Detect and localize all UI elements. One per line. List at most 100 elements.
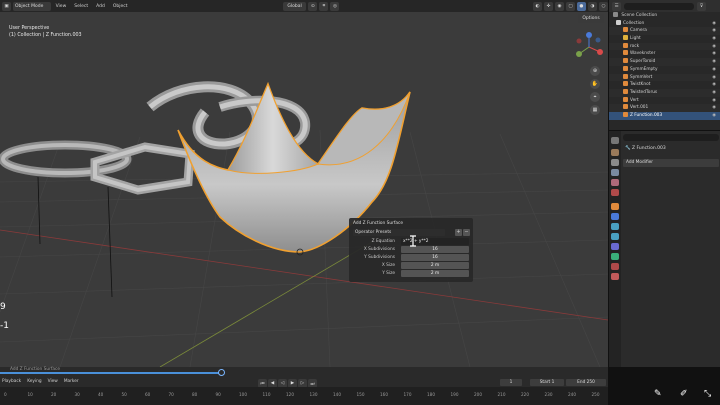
outliner-search[interactable]: [624, 2, 694, 10]
outliner-item[interactable]: SymmEmpty ◉: [609, 65, 720, 74]
menu-playback[interactable]: Playback: [2, 379, 21, 387]
ruler-tick-label: 220: [521, 392, 529, 397]
visibility-eye-icon[interactable]: ◉: [712, 58, 716, 66]
x-subdivisions-field[interactable]: 16: [401, 246, 469, 253]
remove-preset-button[interactable]: −: [463, 229, 470, 236]
visibility-eye-icon[interactable]: ◉: [712, 97, 716, 105]
outliner-item[interactable]: Waveknster ◉: [609, 50, 720, 58]
outliner-item[interactable]: SuperToroid ◉: [609, 58, 720, 66]
last-operation-label[interactable]: Add Z Function Surface: [10, 367, 130, 372]
add-modifier-button[interactable]: Add Modifier: [623, 159, 719, 167]
y-axis-line: [159, 241, 373, 367]
scrub-handle[interactable]: [218, 369, 225, 376]
operator-title[interactable]: Add Z Function Surface: [353, 221, 403, 226]
outliner-item[interactable]: Light ◉: [609, 35, 720, 43]
zoom-icon[interactable]: ⊕: [590, 66, 600, 76]
visibility-eye-icon[interactable]: ◉: [712, 66, 716, 74]
shading-rendered-icon[interactable]: ○: [599, 1, 608, 11]
scene-tab-icon[interactable]: [611, 179, 619, 186]
visibility-icon[interactable]: ◐: [533, 1, 542, 11]
x-size-field[interactable]: 2 m: [401, 262, 469, 269]
outliner-item[interactable]: Vert ◉: [609, 96, 720, 105]
tool-tab-icon[interactable]: [611, 137, 619, 144]
object-type-icon: [623, 73, 628, 79]
pen-icon[interactable]: ✎: [654, 389, 662, 399]
outliner-item[interactable]: Z Function.003 ◉: [609, 111, 720, 120]
mode-dropdown[interactable]: Object Mode: [13, 1, 51, 11]
start-frame-field[interactable]: Start 1: [530, 379, 564, 386]
view-layer-tab-icon[interactable]: [611, 169, 619, 176]
transform-orientation-dropdown[interactable]: Global: [282, 1, 307, 11]
end-frame-field[interactable]: End 250: [566, 379, 606, 386]
visibility-eye-icon[interactable]: ◉: [712, 104, 716, 112]
outliner-item[interactable]: SymmVert ◉: [609, 73, 720, 82]
visibility-eye-icon[interactable]: ◉: [712, 27, 716, 35]
visibility-eye-icon[interactable]: ◉: [712, 74, 716, 82]
collapse-icon[interactable]: ⤡: [704, 389, 711, 399]
texture-tab-icon[interactable]: [611, 273, 619, 280]
outliner-item[interactable]: Collection ◉: [609, 19, 720, 28]
visibility-eye-icon[interactable]: ◉: [712, 81, 716, 89]
pivot-icon[interactable]: ⊙: [308, 1, 318, 11]
constraints-tab-icon[interactable]: [611, 243, 619, 250]
outliner-editor-icon[interactable]: ☰: [612, 1, 621, 11]
current-frame-field[interactable]: 1: [500, 379, 522, 386]
menu-select[interactable]: Select: [71, 4, 91, 9]
menu-add[interactable]: Add: [93, 4, 108, 9]
visibility-eye-icon[interactable]: ◉: [712, 112, 716, 120]
proportional-icon[interactable]: ◎: [330, 1, 340, 11]
modifier-tab-icon[interactable]: [611, 213, 619, 220]
hand-icon[interactable]: ✋: [590, 79, 600, 89]
object-tab-icon[interactable]: [611, 203, 619, 210]
properties-search[interactable]: [623, 134, 719, 141]
timeline-ruler[interactable]: 0 10 20 30 40 50 60 70 80 90 100 110 120 130 140 150 160…: [0, 387, 608, 405]
visibility-eye-icon[interactable]: ◉: [712, 20, 716, 28]
options-button[interactable]: Options: [578, 14, 604, 23]
gizmo-icon[interactable]: ✣: [544, 1, 553, 11]
navigation-gizmo[interactable]: [574, 32, 604, 62]
shading-material-icon[interactable]: ◑: [588, 1, 597, 11]
particles-tab-icon[interactable]: [611, 223, 619, 230]
z-equation-label: Z Equation: [371, 239, 395, 244]
outliner-item[interactable]: TwistKnot ◉: [609, 81, 720, 89]
visibility-eye-icon[interactable]: ◉: [712, 50, 716, 58]
menu-marker[interactable]: Marker: [64, 379, 79, 387]
render-tab-icon[interactable]: [611, 149, 619, 156]
edit-icon[interactable]: ✐: [680, 389, 688, 399]
menu-keying[interactable]: Keying: [27, 379, 41, 387]
y-size-field[interactable]: 2 m: [401, 270, 469, 277]
visibility-eye-icon[interactable]: ◉: [712, 35, 716, 43]
world-tab-icon[interactable]: [611, 189, 619, 196]
menu-timeline-view[interactable]: View: [48, 379, 58, 387]
3d-viewport[interactable]: User Perspective (1) Collection | Z Func…: [0, 12, 608, 367]
menu-view[interactable]: View: [53, 4, 70, 9]
snap-icon[interactable]: ⌗: [319, 1, 329, 11]
shading-solid-icon[interactable]: ●: [577, 1, 586, 11]
ruler-tick-label: 150: [356, 392, 365, 397]
output-tab-icon[interactable]: [611, 159, 619, 166]
filter-icon[interactable]: ⊽: [697, 1, 706, 11]
outliner-item[interactable]: rock ◉: [609, 42, 720, 51]
ruler-tick-label: 250: [591, 392, 600, 397]
visibility-eye-icon[interactable]: ◉: [712, 43, 716, 51]
xray-icon[interactable]: ▢: [566, 1, 575, 11]
operator-presets-dropdown[interactable]: Operator Presets: [353, 229, 445, 236]
material-tab-icon[interactable]: [611, 263, 619, 270]
outliner-item[interactable]: TwistedTorus ◉: [609, 88, 720, 97]
outliner-item-label: Waveknster: [630, 51, 656, 57]
outliner-item[interactable]: Camera ◉: [609, 27, 720, 36]
outliner-item[interactable]: Vert.001 ◉: [609, 104, 720, 112]
scene-collection-row[interactable]: Scene Collection: [609, 12, 720, 20]
editor-type-button[interactable]: ▣: [2, 1, 11, 11]
add-preset-button[interactable]: +: [455, 229, 462, 236]
y-subdivisions-field[interactable]: 16: [401, 254, 469, 261]
camera-view-icon[interactable]: ⌖: [590, 92, 600, 102]
ruler-tick-label: 30: [74, 392, 80, 397]
left-number-2: -1: [0, 321, 9, 331]
menu-object[interactable]: Object: [110, 4, 131, 9]
ortho-toggle-icon[interactable]: ▦: [590, 105, 600, 115]
overlay-icon[interactable]: ◉: [555, 1, 564, 11]
visibility-eye-icon[interactable]: ◉: [712, 89, 716, 97]
data-tab-icon[interactable]: [611, 253, 619, 260]
physics-tab-icon[interactable]: [611, 233, 619, 240]
